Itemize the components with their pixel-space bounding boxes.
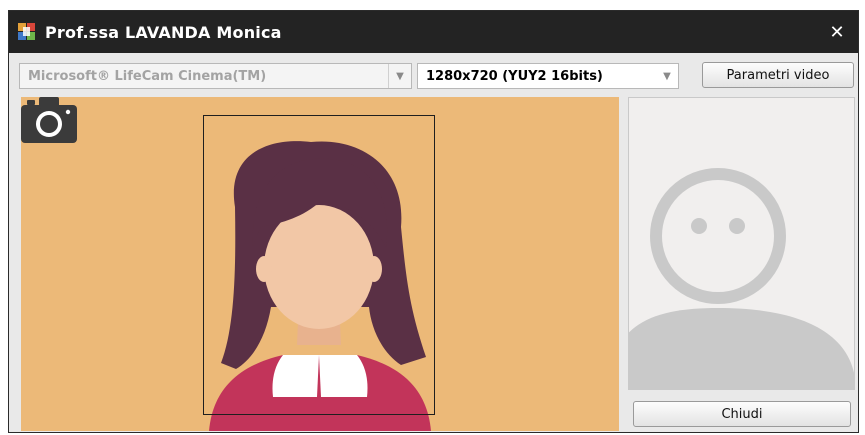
app-logo-icon [18, 23, 35, 40]
camera-select-value: Microsoft® LifeCam Cinema(TM) [28, 69, 267, 84]
video-params-button[interactable]: Parametri video [702, 62, 854, 88]
camera-icon[interactable] [21, 97, 77, 143]
resolution-select-value: 1280x720 (YUY2 16bits) [426, 69, 603, 84]
crop-frame[interactable] [203, 115, 435, 415]
photo-thumbnail [628, 97, 855, 390]
camera-preview [21, 97, 619, 431]
webcam-capture-dialog: Prof.ssa LAVANDA Monica ✕ Microsoft® Lif… [8, 10, 859, 433]
chevron-down-icon: ▼ [388, 64, 411, 88]
chevron-down-icon: ▼ [663, 70, 671, 82]
person-placeholder-icon [629, 168, 854, 389]
window-title: Prof.ssa LAVANDA Monica [45, 23, 282, 42]
close-icon: ✕ [829, 21, 845, 43]
video-params-label: Parametri video [726, 67, 830, 83]
close-button-label: Chiudi [721, 406, 763, 422]
title-bar[interactable]: Prof.ssa LAVANDA Monica ✕ [9, 11, 858, 53]
camera-select[interactable]: Microsoft® LifeCam Cinema(TM) ▼ [19, 63, 412, 89]
resolution-select[interactable]: 1280x720 (YUY2 16bits) ▼ [417, 63, 679, 89]
close-button[interactable]: Chiudi [633, 401, 851, 427]
close-window-button[interactable]: ✕ [824, 19, 850, 45]
